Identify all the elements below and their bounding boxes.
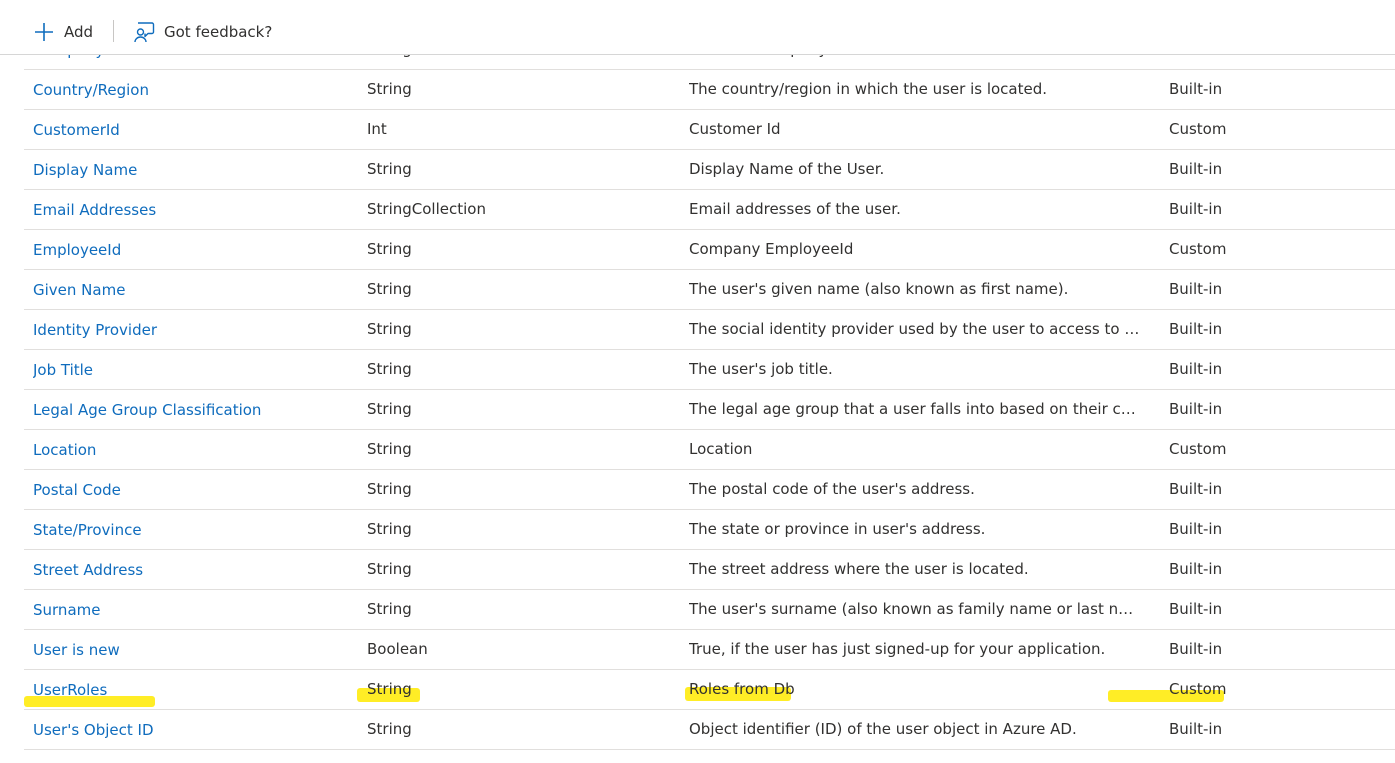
attribute-description: Roles from Db: [689, 680, 795, 698]
attribute-description: Object identifier (ID) of the user objec…: [689, 720, 1077, 738]
attribute-data-type: String: [367, 560, 412, 578]
attribute-description: Customer Id: [689, 120, 781, 138]
attribute-name-link[interactable]: State/Province: [33, 511, 353, 550]
add-label: Add: [64, 23, 94, 41]
attribute-name-link[interactable]: Job Title: [33, 351, 353, 390]
attribute-description: The user's job title.: [689, 360, 833, 378]
attributes-table: CompanyNameStringExternal Company NameCu…: [24, 30, 1395, 750]
attribute-description: The postal code of the user's address.: [689, 480, 975, 498]
attribute-description: Display Name of the User.: [689, 160, 885, 178]
attribute-description: The country/region in which the user is …: [689, 80, 1048, 98]
table-row[interactable]: Postal Code String The postal code of the …: [24, 470, 1395, 510]
command-bar: Add Got feedback?: [0, 0, 1395, 55]
table-row[interactable]: User's Object ID String Object identifier …: [24, 710, 1395, 750]
table-row[interactable]: UserRoles String Roles from Db Custom: [24, 670, 1395, 710]
attribute-description: The social identity provider used by the…: [689, 320, 1141, 338]
attribute-name-link[interactable]: Given Name: [33, 271, 353, 310]
feedback-button[interactable]: Got feedback?: [133, 18, 272, 46]
table-row[interactable]: Legal Age Group Classification String The …: [24, 390, 1395, 430]
attribute-data-type: Boolean: [367, 640, 428, 658]
attribute-data-type: String: [367, 720, 412, 738]
attribute-description: The user's given name (also known as fir…: [689, 280, 1069, 298]
attribute-description: The user's surname (also known as family…: [689, 600, 1141, 618]
attribute-type: Custom: [1169, 240, 1227, 258]
attribute-data-type: String: [367, 520, 412, 538]
attribute-type: Built-in: [1169, 280, 1223, 298]
attribute-name-link[interactable]: Location: [33, 431, 353, 470]
table-row[interactable]: Identity Provider String The social identi…: [24, 310, 1395, 350]
attribute-name-link[interactable]: Postal Code: [33, 471, 353, 510]
table-row[interactable]: Location String Location Custom: [24, 430, 1395, 470]
attribute-data-type: String: [367, 600, 412, 618]
attribute-type: Built-in: [1169, 360, 1223, 378]
attribute-data-type: String: [367, 480, 412, 498]
attribute-description: Company EmployeeId: [689, 240, 854, 258]
attribute-type: Built-in: [1169, 80, 1223, 98]
table-row[interactable]: CustomerId Int Customer Id Custom: [24, 110, 1395, 150]
attribute-data-type: String: [367, 400, 412, 418]
attribute-data-type: Int: [367, 120, 387, 138]
table-row[interactable]: State/Province String The state or provinc…: [24, 510, 1395, 550]
attribute-type: Built-in: [1169, 200, 1223, 218]
attribute-name-link[interactable]: Surname: [33, 591, 353, 630]
attribute-type: Custom: [1169, 120, 1227, 138]
attribute-name-link[interactable]: User's Object ID: [33, 711, 353, 750]
page: Add Got feedback? CompanyNameStringExter…: [0, 0, 1395, 763]
attribute-type: Built-in: [1169, 520, 1223, 538]
attribute-description: Email addresses of the user.: [689, 200, 901, 218]
attribute-type: Built-in: [1169, 160, 1223, 178]
attribute-name-link[interactable]: Identity Provider: [33, 311, 353, 350]
attribute-data-type: String: [367, 440, 412, 458]
attribute-description: The legal age group that a user falls in…: [689, 400, 1141, 418]
attribute-description: True, if the user has just signed-up for…: [689, 640, 1106, 658]
table-row[interactable]: Job Title String The user's job title. Buil…: [24, 350, 1395, 390]
attribute-description: Location: [689, 440, 753, 458]
feedback-label: Got feedback?: [164, 23, 273, 41]
attribute-name-link[interactable]: Email Addresses: [33, 191, 353, 230]
attribute-type: Built-in: [1169, 320, 1223, 338]
attribute-name-link[interactable]: User is new: [33, 631, 353, 670]
plus-icon: [33, 21, 55, 43]
attribute-type: Built-in: [1169, 640, 1223, 658]
attribute-type: Built-in: [1169, 720, 1223, 738]
attribute-data-type: String: [367, 680, 412, 698]
table-row[interactable]: Street Address String The street address w…: [24, 550, 1395, 590]
attribute-name-link[interactable]: Country/Region: [33, 71, 353, 110]
attribute-name-link[interactable]: Street Address: [33, 551, 353, 590]
table-row[interactable]: User is new Boolean True, if the user has …: [24, 630, 1395, 670]
attribute-description: The street address where the user is loc…: [689, 560, 1029, 578]
table-row[interactable]: Surname String The user's surname (also kn…: [24, 590, 1395, 630]
table-row[interactable]: Email Addresses StringCollection Email add…: [24, 190, 1395, 230]
attribute-type: Custom: [1169, 440, 1227, 458]
attribute-name-link[interactable]: CustomerId: [33, 111, 353, 150]
attribute-name-link[interactable]: EmployeeId: [33, 231, 353, 270]
toolbar-divider: [113, 20, 114, 42]
attribute-data-type: String: [367, 240, 412, 258]
add-button[interactable]: Add: [33, 18, 93, 46]
attribute-data-type: StringCollection: [367, 200, 486, 218]
attribute-type: Custom: [1169, 680, 1227, 698]
attribute-data-type: String: [367, 160, 412, 178]
attribute-data-type: String: [367, 280, 412, 298]
table-row[interactable]: Display Name String Display Name of the Us…: [24, 150, 1395, 190]
attribute-data-type: String: [367, 360, 412, 378]
attribute-name-link[interactable]: Display Name: [33, 151, 353, 190]
attribute-description: The state or province in user's address.: [689, 520, 986, 538]
attribute-type: Built-in: [1169, 600, 1223, 618]
attribute-name-link[interactable]: Legal Age Group Classification: [33, 391, 353, 430]
attribute-type: Built-in: [1169, 560, 1223, 578]
feedback-person-icon: [133, 21, 155, 43]
attribute-type: Built-in: [1169, 480, 1223, 498]
attribute-type: Built-in: [1169, 400, 1223, 418]
attribute-data-type: String: [367, 320, 412, 338]
attribute-data-type: String: [367, 80, 412, 98]
table-row[interactable]: Given Name String The user's given name (a…: [24, 270, 1395, 310]
attribute-name-link[interactable]: UserRoles: [33, 671, 353, 710]
table-row[interactable]: EmployeeId String Company EmployeeId Custom: [24, 230, 1395, 270]
table-row[interactable]: Country/Region String The country/region i…: [24, 70, 1395, 110]
